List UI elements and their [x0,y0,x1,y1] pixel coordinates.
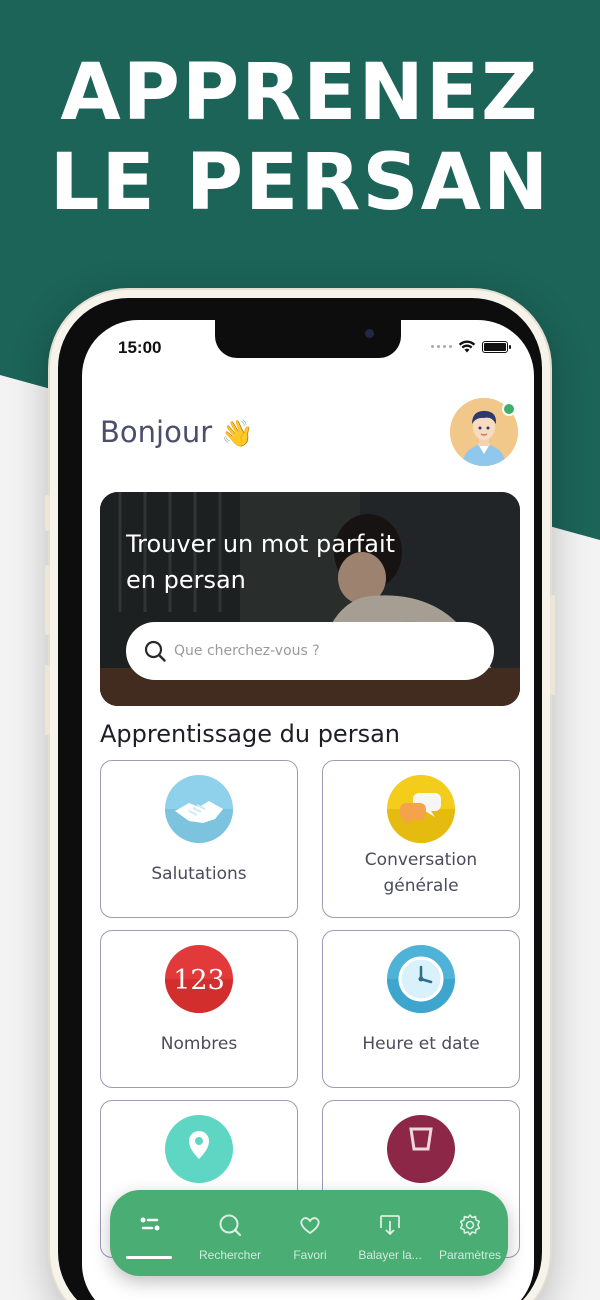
tab-parametres[interactable]: Paramètres [430,1190,508,1276]
tab-rechercher[interactable]: Rechercher [190,1190,270,1276]
status-time: 15:00 [118,338,162,357]
numbers-icon-text: 123 [173,965,225,996]
category-card-conversation[interactable]: Conversation générale [322,760,520,918]
tab-label: Paramètres [438,1248,502,1262]
greeting: Bonjour 👋 [100,415,254,449]
category-label-line-2: générale [383,876,459,896]
category-label: Heure et date [362,1034,480,1054]
location-pin-icon [165,1115,233,1183]
active-tab-indicator [126,1256,172,1259]
online-status-dot [502,402,516,416]
search-input[interactable] [174,643,474,659]
hero-title-line-1: Trouver un mot parfait [126,530,396,558]
promo-headline: APPRENEZ LE PERSAN [0,48,600,228]
download-swipe-icon [380,1215,400,1236]
greeting-text: Bonjour [100,415,213,449]
search-hero-banner: Trouver un mot parfait en persan [100,492,520,706]
phone-bezel: 15:00 Bonjour 👋 Trouver un mot parfait e… [58,298,542,1300]
volume-down-button [45,665,50,735]
bottom-tab-bar: Rechercher Favori Balayer la... Paramètr… [110,1190,508,1276]
battery-icon [482,340,511,353]
volume-up-button [45,565,50,635]
handshake-icon [165,775,233,843]
tab-balayer[interactable]: Balayer la... [350,1190,430,1276]
search-icon [219,1214,242,1237]
power-button [550,595,555,695]
headline-line-2: LE PERSAN [49,138,551,228]
category-card-salutations[interactable]: Salutations [100,760,298,918]
heart-icon [300,1217,320,1235]
category-card-nombres[interactable]: 123 Nombres [100,930,298,1088]
category-label-line-1: Conversation [364,850,478,870]
tab-favori[interactable]: Favori [270,1190,350,1276]
notch [215,320,401,358]
waving-hand-icon: 👋 [221,419,254,449]
app-screen: 15:00 Bonjour 👋 Trouver un mot parfait e… [82,320,534,1300]
search-bar[interactable] [126,622,494,680]
signal-icon [431,345,452,348]
tab-home[interactable] [110,1190,190,1276]
speech-bubbles-icon [387,775,455,843]
phone-frame: 15:00 Bonjour 👋 Trouver un mot parfait e… [45,290,555,1300]
headline-line-1: APPRENEZ [60,48,540,138]
gear-icon [459,1214,481,1236]
category-label: Nombres [160,1034,238,1054]
hero-title: Trouver un mot parfait en persan [126,526,446,598]
category-card-heure-date[interactable]: Heure et date [322,930,520,1088]
home-list-icon [140,1217,160,1231]
wifi-icon [458,340,476,353]
category-label: Conversation générale [331,847,511,899]
search-icon [144,640,166,662]
glass-icon [387,1115,455,1183]
mute-switch [45,495,50,531]
clock-icon [387,945,455,1013]
section-title: Apprentissage du persan [100,720,400,748]
status-icons [431,340,511,353]
hero-title-line-2: en persan [126,566,246,594]
numbers-123-icon: 123 [165,945,233,1013]
front-camera [365,329,374,338]
category-label: Salutations [151,864,247,884]
